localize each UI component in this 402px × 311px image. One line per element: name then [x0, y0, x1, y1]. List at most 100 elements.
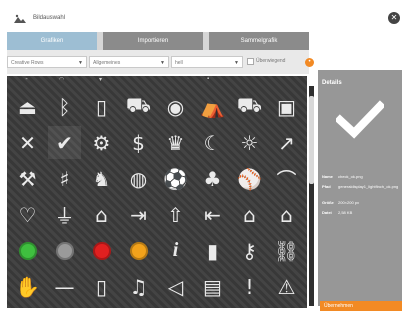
house-check-icon: ⌂ — [243, 202, 256, 227]
door-exit-icon: ⇥ — [130, 202, 147, 227]
grid-cell[interactable]: ⚷ — [233, 234, 266, 267]
framed-car-icon: ▣ — [277, 94, 296, 119]
grid-cell[interactable]: $ — [122, 126, 155, 159]
grid-cell[interactable] — [122, 234, 155, 267]
grid-cell[interactable]: ⌂ — [270, 198, 303, 231]
grid-scrollbar[interactable] — [309, 86, 314, 306]
phone-outline-icon: ▯ — [95, 274, 107, 299]
grid-cell[interactable]: ◉ — [159, 90, 192, 123]
grid-cell[interactable]: ◁ — [159, 270, 192, 303]
grid-cell[interactable]: ⛟ — [233, 90, 266, 123]
grid-cell[interactable]: ⌒ — [270, 162, 303, 195]
grid-cell[interactable]: ⏚ — [48, 198, 81, 231]
grid-cell[interactable] — [48, 234, 81, 267]
grid-cell[interactable]: ▯ — [85, 90, 118, 123]
grid-cell[interactable]: ⚽ — [159, 162, 192, 195]
partial-icon: ◠ — [59, 77, 65, 83]
grid-cell[interactable]: ⛺ — [196, 90, 229, 123]
battery-icon: ▯ — [95, 94, 107, 119]
grid-cell[interactable]: ↗ — [270, 126, 303, 159]
grid-cell[interactable]: ▯ — [85, 270, 118, 303]
grid-cell[interactable]: ♫ — [122, 270, 155, 303]
grid-cell[interactable]: ⚙ — [85, 126, 118, 159]
tractor-icon: ⛟ — [125, 93, 152, 117]
rss-circle-icon: ◍ — [129, 166, 148, 191]
source-select[interactable]: Creative Rows ▼ — [7, 56, 87, 68]
grid-cell[interactable]: ⌂ — [85, 198, 118, 231]
meta-path: Pfad generaldisplay1_lightfinch_ok.png — [322, 184, 398, 189]
house-outline-icon: ⌂ — [95, 202, 108, 227]
grid-cell[interactable]: ▮ — [196, 234, 229, 267]
filter-checkbox[interactable] — [247, 58, 254, 65]
image-picker-window: Bildauswahl ✕ Grafiken Importieren Samme… — [7, 6, 402, 311]
grid-cell[interactable]: ☼ — [233, 126, 266, 159]
grid-cell[interactable]: ▣ — [270, 90, 303, 123]
exclamation-icon: ! — [245, 274, 254, 299]
grid-cell[interactable]: ⌂ — [233, 198, 266, 231]
filter-toolbar: Creative Rows ▼ Allgemeines ▼ hell ▼ Übe… — [7, 50, 314, 74]
lamp-icon: ⏏ — [18, 94, 37, 119]
grid-cell[interactable]: ✕ — [11, 126, 44, 159]
tab-importieren[interactable]: Importieren — [103, 32, 203, 50]
apply-button-label: Übernehmen — [324, 303, 353, 309]
phone-icon: ▮ — [206, 238, 218, 263]
tab-grafiken[interactable]: Grafiken — [7, 32, 97, 50]
grid-cell[interactable]: ▤ — [196, 270, 229, 303]
volume-mute-icon: ◁ — [167, 274, 184, 299]
grid-cell[interactable]: ⚾ — [233, 162, 266, 195]
grid-cell[interactable]: ♡ — [11, 198, 44, 231]
grid-cell[interactable]: ◍ — [122, 162, 155, 195]
home-arrow-icon: ⇧ — [167, 202, 184, 227]
key-icon: ⚷ — [242, 238, 257, 263]
grid-cell[interactable]: ♞ — [85, 162, 118, 195]
chart-line-icon: ↗ — [278, 130, 295, 155]
grid-cell[interactable]: ⛓ — [270, 234, 303, 267]
size-value: 200×200 px — [338, 200, 360, 205]
checkmark-icon: ✔ — [56, 130, 73, 155]
window-title: Bildauswahl — [33, 15, 66, 21]
close-button[interactable]: ✕ — [388, 12, 400, 24]
info-icon: i — [172, 239, 179, 261]
warning-icon: ⚠ — [277, 274, 296, 299]
grid-cell[interactable]: ♣ — [196, 162, 229, 195]
grid-cell[interactable]: ⇤ — [196, 198, 229, 231]
name-label: Name — [322, 174, 333, 179]
grid-cell[interactable]: ⚒ — [11, 162, 44, 195]
apply-button[interactable]: Übernehmen — [320, 301, 402, 311]
scrollbar-thumb[interactable] — [309, 96, 314, 184]
options-icon[interactable]: • — [305, 58, 314, 67]
grid-cell[interactable]: i — [159, 234, 192, 267]
grid-cell[interactable]: ⇥ — [122, 198, 155, 231]
grid-cell[interactable]: ⚠ — [270, 270, 303, 303]
grid-cell[interactable]: ⛟ — [122, 90, 155, 123]
grid-cell[interactable]: ᛒ — [48, 90, 81, 123]
file-label: Datei — [322, 210, 332, 215]
grid-cell[interactable]: — — [48, 270, 81, 303]
style-select[interactable]: hell ▼ — [171, 56, 243, 68]
crown-icon: ♛ — [166, 130, 185, 155]
grid-cell[interactable] — [85, 234, 118, 267]
sun-icon: ☼ — [240, 130, 259, 155]
grid-cell[interactable]: ♯ — [48, 162, 81, 195]
grid-cell[interactable]: ☾ — [196, 126, 229, 159]
moon-icon: ☾ — [203, 130, 222, 155]
grid-cell[interactable] — [11, 234, 44, 267]
grid-cell[interactable]: ⏏ — [11, 90, 44, 123]
chevron-down-icon: ▼ — [160, 60, 165, 66]
grid-cell[interactable]: ✋ — [11, 270, 44, 303]
grid-cell[interactable]: ⇧ — [159, 198, 192, 231]
house-solid-icon: ⌂ — [280, 202, 293, 227]
category-select-value: Allgemeines — [93, 60, 121, 66]
grid-cell[interactable]: ♛ — [159, 126, 192, 159]
hands-raised-icon: ✋ — [15, 274, 40, 299]
red-dot-icon — [92, 241, 111, 260]
source-select-value: Creative Rows — [11, 60, 44, 66]
car-icon: ⛟ — [236, 93, 263, 117]
x-icon: ✕ — [19, 130, 36, 155]
grid-cell[interactable]: ✔ — [48, 126, 81, 159]
webcam-icon: ◉ — [166, 94, 185, 119]
grid-top-row: ⁃ ◠ ▾ ▪ — [7, 76, 307, 84]
grid-cell[interactable]: ! — [233, 270, 266, 303]
tab-sammelgrafik[interactable]: Sammelgrafik — [209, 32, 309, 50]
category-select[interactable]: Allgemeines ▼ — [89, 56, 169, 68]
